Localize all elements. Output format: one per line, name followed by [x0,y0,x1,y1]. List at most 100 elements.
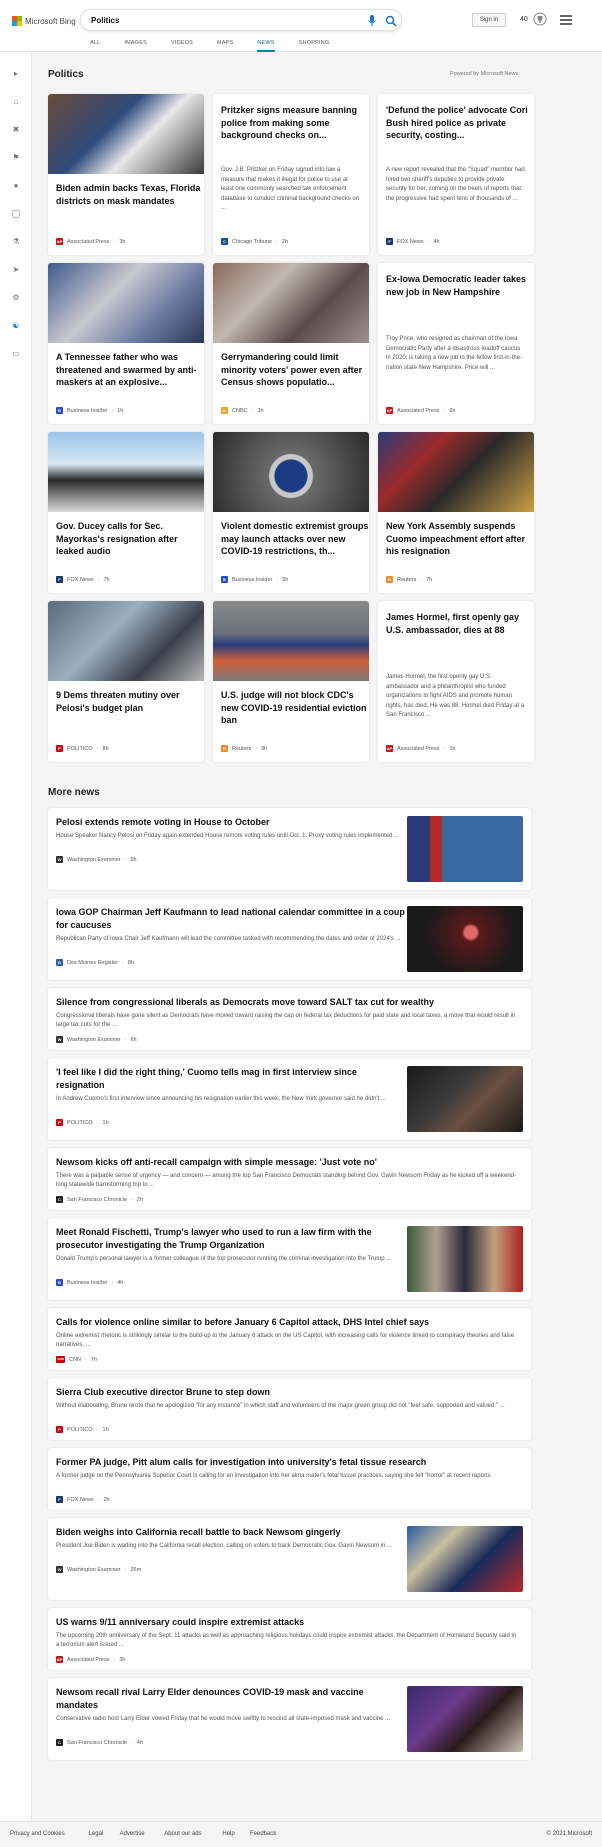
news-thumbnail[interactable] [407,816,523,882]
left-rail: ▸ ⌂ ✖ ⚑ ● ◯ ⚗ ➤ ⚙ ☯ ▭ [0,52,32,1847]
news-title[interactable]: Biden weighs into California recall batt… [56,1526,406,1539]
news-title[interactable]: Meet Ronald Fischetti, Trump's lawyer wh… [56,1226,406,1252]
footer-link[interactable]: Privacy and Cookies [10,1831,65,1837]
card-title[interactable]: Biden admin backs Texas, Florida distric… [56,182,204,207]
card-image[interactable] [213,601,369,681]
hamburger-menu-icon[interactable] [560,15,572,25]
news-card[interactable]: Biden admin backs Texas, Florida distric… [48,94,204,255]
search-icon[interactable] [385,15,397,27]
card-image[interactable] [213,432,369,512]
more-news-item[interactable]: Calls for violence online similar to bef… [48,1308,531,1370]
news-card[interactable]: Gerrymandering could limit minority vote… [213,263,369,424]
rocket-icon[interactable]: ➤ [9,262,23,276]
card-title[interactable]: Gov. Ducey calls for Sec. Mayorkas's res… [56,520,204,558]
card-title[interactable]: U.S. judge will not block CDC's new COVI… [221,689,369,727]
news-title[interactable]: Silence from congressional liberals as D… [56,996,521,1009]
news-thumbnail[interactable] [407,1066,523,1132]
more-news-item[interactable]: 'I feel like I did the right thing,' Cuo… [48,1058,531,1140]
card-title[interactable]: A Tennessee father who was threatened an… [56,351,204,389]
more-news-item[interactable]: Pelosi extends remote voting in House to… [48,808,531,890]
video-icon[interactable]: ▭ [9,346,23,360]
card-title[interactable]: 'Defund the police' advocate Cori Bush h… [386,104,534,142]
news-card[interactable]: Pritzker signs measure banning police fr… [213,94,369,255]
flag-icon[interactable]: ⚑ [9,150,23,164]
time-ago: 6h [130,1036,137,1043]
science-icon[interactable]: ⚗ [9,234,23,248]
search-input[interactable]: Politics [91,16,119,25]
news-thumbnail[interactable] [407,1686,523,1752]
card-title[interactable]: Ex-Iowa Democratic leader takes new job … [386,273,534,298]
news-title[interactable]: Calls for violence online similar to bef… [56,1316,521,1329]
footer-link[interactable]: About our ads [164,1831,201,1837]
card-image[interactable] [213,263,369,343]
news-card[interactable]: 9 Dems threaten mutiny over Pelosi's bud… [48,601,204,762]
sign-in-button[interactable]: Sign in [472,13,506,27]
news-card[interactable]: U.S. judge will not block CDC's new COVI… [213,601,369,762]
location-icon[interactable]: ● [9,178,23,192]
card-title[interactable]: James Hormel, first openly gay U.S. amba… [386,611,534,636]
card-title[interactable]: Violent domestic extremist groups may la… [221,520,369,558]
source-name: Washington Examiner [67,1566,121,1573]
news-card[interactable]: New York Assembly suspends Cuomo impeach… [378,432,534,593]
politics-icon[interactable]: ☯ [9,318,23,332]
bing-logo[interactable]: Microsoft Bing [12,14,76,28]
card-image[interactable] [48,263,204,343]
more-news-item[interactable]: US warns 9/11 anniversary could inspire … [48,1608,531,1670]
footer-link[interactable]: Legal [89,1831,104,1837]
news-thumbnail[interactable] [407,1526,523,1592]
news-title[interactable]: Newsom recall rival Larry Elder denounce… [56,1686,406,1712]
search-box[interactable]: Politics [80,9,402,31]
tab-shopping[interactable]: SHOPPING [299,40,330,52]
gear-icon[interactable]: ⚙ [9,290,23,304]
news-title[interactable]: 'I feel like I did the right thing,' Cuo… [56,1066,406,1092]
news-title[interactable]: Sierra Club executive director Brune to … [56,1386,521,1399]
more-news-item[interactable]: Silence from congressional liberals as D… [48,988,531,1050]
more-news-item[interactable]: Newsom recall rival Larry Elder denounce… [48,1678,531,1760]
more-news-item[interactable]: Iowa GOP Chairman Jeff Kaufmann to lead … [48,898,531,980]
tab-news[interactable]: NEWS [257,40,275,52]
source-name: FOX News [397,238,424,245]
news-thumbnail[interactable] [407,906,523,972]
card-image[interactable] [378,432,534,512]
news-card[interactable]: James Hormel, first openly gay U.S. amba… [378,601,534,762]
footer-link[interactable]: Advertise [120,1831,145,1837]
card-title[interactable]: New York Assembly suspends Cuomo impeach… [386,520,534,558]
news-title[interactable]: Iowa GOP Chairman Jeff Kaufmann to lead … [56,906,406,932]
more-news-item[interactable]: Former PA judge, Pitt alum calls for inv… [48,1448,531,1510]
tab-videos[interactable]: VIDEOS [171,40,193,52]
rewards-points[interactable]: 40 [520,13,528,27]
microphone-icon[interactable] [367,15,377,27]
card-title[interactable]: Pritzker signs measure banning police fr… [221,104,369,142]
more-news-item[interactable]: Biden weighs into California recall batt… [48,1518,531,1600]
news-thumbnail[interactable] [407,1226,523,1292]
news-title[interactable]: Former PA judge, Pitt alum calls for inv… [56,1456,521,1469]
card-image[interactable] [48,432,204,512]
more-news-item[interactable]: Newsom kicks off anti-recall campaign wi… [48,1148,531,1210]
tools-icon[interactable]: ✖ [9,122,23,136]
home-icon[interactable]: ⌂ [9,94,23,108]
news-card[interactable]: Gov. Ducey calls for Sec. Mayorkas's res… [48,432,204,593]
footer-link[interactable]: Feedback [250,1831,276,1837]
globe-icon[interactable]: ◯ [9,206,23,220]
more-news-item[interactable]: Meet Ronald Fischetti, Trump's lawyer wh… [48,1218,531,1300]
expand-icon[interactable]: ▸ [9,66,23,80]
footer-link[interactable]: Help [222,1831,234,1837]
time-ago: 1h [449,745,456,752]
tab-images[interactable]: IMAGES [124,40,147,52]
card-title[interactable]: 9 Dems threaten mutiny over Pelosi's bud… [56,689,204,714]
news-card[interactable]: Violent domestic extremist groups may la… [213,432,369,593]
rewards-trophy-icon[interactable] [533,12,547,27]
more-news-item[interactable]: Sierra Club executive director Brune to … [48,1378,531,1440]
news-title[interactable]: Newsom kicks off anti-recall campaign wi… [56,1156,521,1169]
tab-maps[interactable]: MAPS [217,40,233,52]
card-title[interactable]: Gerrymandering could limit minority vote… [221,351,369,389]
news-title[interactable]: US warns 9/11 anniversary could inspire … [56,1616,521,1629]
source-name: CNBC [232,407,248,414]
news-card[interactable]: Ex-Iowa Democratic leader takes new job … [378,263,534,424]
news-card[interactable]: A Tennessee father who was threatened an… [48,263,204,424]
card-image[interactable] [48,94,204,174]
tab-all[interactable]: ALL [90,40,100,52]
card-image[interactable] [48,601,204,681]
news-card[interactable]: 'Defund the police' advocate Cori Bush h… [378,94,534,255]
news-title[interactable]: Pelosi extends remote voting in House to… [56,816,406,829]
